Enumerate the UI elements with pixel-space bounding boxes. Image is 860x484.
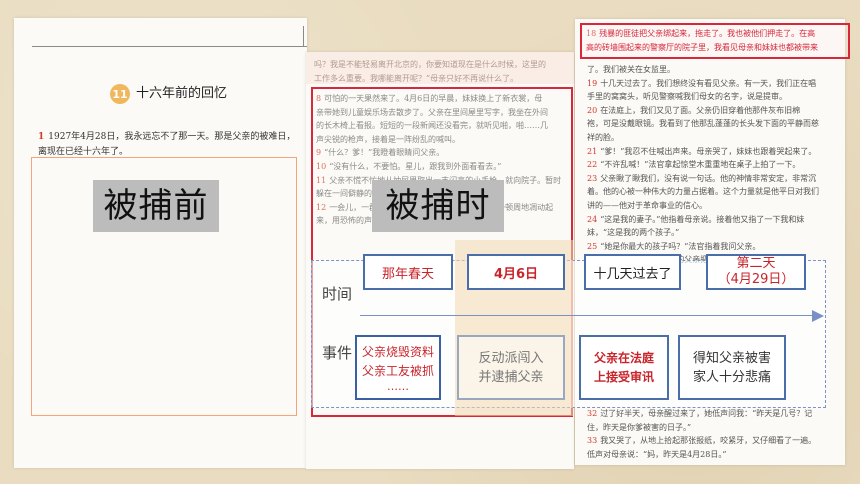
time-box-spring: 那年春天 xyxy=(363,254,453,290)
text-line: 低声对母亲说：“妈，昨天是4月28日。” xyxy=(587,448,837,462)
highlighted-passage-text: 18 残暴的匪徒把父亲绑起来，拖走了。我也被他们押走了。在高 高的砖墙围起来的警察厅… xyxy=(586,27,848,59)
line-text: 工作多么重要。我哪能离开呢？”母亲只好不再说什么了。 xyxy=(314,73,519,83)
text-line: 高的砖墙围起来的警察厅的院子里，我看见母亲和妹妹也都被带来 xyxy=(586,41,848,55)
text-line: 工作多么重要。我哪能离开呢？”母亲只好不再说什么了。 xyxy=(314,72,570,86)
line-text: 祥的脸。 xyxy=(587,132,619,142)
paragraph-number: 19 xyxy=(587,78,598,88)
lesson-title: 十六年前的回忆 xyxy=(136,86,228,101)
event-box-arrest: 反动派闯入 并逮捕父亲 xyxy=(457,335,565,400)
timeline-axis xyxy=(360,315,820,316)
text-line: 33 我又哭了，从地上拾起那张报纸，咬紧牙，又仔细看了一遍。 xyxy=(587,434,837,448)
line-text: 在法庭上，我们又见了面。父亲仍旧穿着他那件灰布旧棉 xyxy=(600,105,801,115)
event-box-grief: 得知父亲被害 家人十分悲痛 xyxy=(678,335,786,400)
paragraph-number: 23 xyxy=(587,173,598,183)
text-line: 袍，可是没戴眼镜。我看到了他那乱蓬蓬的长头发下面的平静而慈 xyxy=(587,117,835,131)
line-text: “不许乱喊！”法官拿起惊堂木重重地在桌子上拍了一下。 xyxy=(600,160,801,170)
header-rule-tick xyxy=(303,26,304,46)
paragraph-number: 22 xyxy=(587,160,598,170)
header-rule xyxy=(32,46,307,47)
line-text: 住，昨天是你爹被害的日子。” xyxy=(587,422,692,432)
text-line: 19 十几天过去了。我们想终没有看见父亲。有一天，我们正在唱 xyxy=(587,77,835,91)
event-text-line-2: 并逮捕父亲 xyxy=(478,369,544,385)
time-box-next-day: 第二天 （4月29日） xyxy=(706,254,806,290)
event-text-ellipsis: …… xyxy=(387,379,409,393)
text-line: 住，昨天是你爹被害的日子。” xyxy=(587,421,837,435)
label-during-arrest: 被捕时 xyxy=(372,180,504,232)
timeline-arrow-icon xyxy=(812,310,824,322)
text-line: 23 父亲瞅了瞅我们，没有说一句话。他的神情非常安定，非常沉 xyxy=(587,172,835,186)
paragraph-number: 33 xyxy=(587,436,598,446)
line-text: 十几天过去了。我们想终没有看见父亲。有一天，我们正在唱 xyxy=(600,78,817,88)
right-page-bottom-text: 32 过了好半天，母亲醒过来了，她低声问我：“昨天是几号？记 住，昨天是你爹被害的日… xyxy=(587,407,837,463)
event-text-line-2: 家人十分悲痛 xyxy=(692,369,771,385)
middle-page-top-text: 吗？我是不能轻易离开北京的，你要知道现在是什么时候，这里的 工作多么重要。我哪能离… xyxy=(314,58,570,88)
paragraph-number: 1 xyxy=(38,132,45,142)
event-text-line-2: 父亲工友被抓 xyxy=(361,363,434,378)
time-row-label: 时间 xyxy=(322,285,353,303)
text-line: 讲的——他对于革命事业的信心。 xyxy=(587,199,835,213)
line-text: 袍，可是没戴眼镜。我看到了他那乱蓬蓬的长头发下面的平静而慈 xyxy=(587,119,819,129)
text-line: 着。他的心被一种伟大的力量占据着。这个力量就是他平日对我们 xyxy=(587,185,835,199)
line-text: 残暴的匪徒把父亲绑起来，拖走了。我也被他们押走了。在高 xyxy=(599,29,816,38)
text-line: 了。我们被关在女监里。 xyxy=(587,63,835,77)
line-text: “她是你最大的孩子吗？”法官指着我问父亲。 xyxy=(600,241,761,251)
time-text-line-2: （4月29日） xyxy=(717,272,795,287)
line-text: 低声对母亲说：“妈，昨天是4月28日。” xyxy=(587,449,727,459)
lesson-paragraph-1: 1 1927年4月28日，我永远忘不了那一天。那是父亲的被难日，离现在已经十六年了… xyxy=(38,130,300,160)
line-text: 吗？我是不能轻易离开北京的，你要知道现在是什么时候，这里的 xyxy=(314,60,546,69)
label-before-arrest: 被捕前 xyxy=(93,180,219,232)
paragraph-text: 1927年4月28日，我永远忘不了那一天。那是父亲的被难日，离现在已经十六年了。 xyxy=(38,132,296,157)
line-text: “这是我的妻子。”他指着母亲说。接着他又指了一下我和妹 xyxy=(600,214,805,224)
lesson-number-badge: 11 xyxy=(110,84,130,104)
line-text: 我又哭了，从地上拾起那张报纸，咬紧牙，又仔细看了一遍。 xyxy=(600,436,817,446)
paragraph-number: 20 xyxy=(587,105,598,115)
event-row-label: 事件 xyxy=(322,344,353,362)
time-text: 十几天过去了 xyxy=(593,266,672,282)
paragraph-number: 18 xyxy=(586,29,597,38)
paragraph-number: 24 xyxy=(587,214,598,224)
paragraph-number: 21 xyxy=(587,146,598,156)
line-text: 了。我们被关在女监里。 xyxy=(587,65,675,74)
text-line: 25 “她是你最大的孩子吗？”法官指着我问父亲。 xyxy=(587,240,835,254)
line-text: 父亲瞅了瞅我们，没有说一句话。他的神情非常安定，非常沉 xyxy=(600,173,817,183)
time-text-line-1: 第二天 xyxy=(736,256,776,271)
paragraph-number: 32 xyxy=(587,409,598,418)
text-line: 22 “不许乱喊！”法官拿起惊堂木重重地在桌子上拍了一下。 xyxy=(587,158,835,172)
text-line: 18 残暴的匪徒把父亲绑起来，拖走了。我也被他们押走了。在高 xyxy=(586,27,848,41)
time-box-april-6: 4月6日 xyxy=(467,254,565,290)
time-box-ten-days-later: 十几天过去了 xyxy=(584,254,681,290)
text-line: 祥的脸。 xyxy=(587,131,835,145)
event-text-line-1: 得知父亲被害 xyxy=(692,350,771,366)
text-line: 吗？我是不能轻易离开北京的，你要知道现在是什么时候，这里的 xyxy=(314,58,570,72)
text-line: 手里的窝窝头，听见警察喊我们母女的名字，说是提审。 xyxy=(587,90,835,104)
line-text: “爹！”我忍不住喊出声来。母亲哭了，妹妹也跟着哭起来了。 xyxy=(600,146,817,156)
text-line: 24 “这是我的妻子。”他指着母亲说。接着他又指了一下我和妹 xyxy=(587,213,835,227)
paragraph-number: 25 xyxy=(587,241,598,251)
event-text-line-1: 父亲烧毁资料 xyxy=(361,344,434,359)
text-line: 21 “爹！”我忍不住喊出声来。母亲哭了，妹妹也跟着哭起来了。 xyxy=(587,145,835,159)
line-text: 讲的——他对于革命事业的信心。 xyxy=(587,200,707,210)
line-text: 高的砖墙围起来的警察厅的院子里，我看见母亲和妹妹也都被带来 xyxy=(586,42,818,52)
text-line: 妹，“这是我的两个孩子。” xyxy=(587,226,835,240)
event-text-line-1: 反动派闯入 xyxy=(478,350,544,366)
line-text: 过了好半天，母亲醒过来了，她低声问我：“昨天是几号？记 xyxy=(600,409,813,418)
time-text: 4月6日 xyxy=(493,266,539,282)
time-text: 那年春天 xyxy=(381,266,434,282)
event-box-trial: 父亲在法庭 上接受审讯 xyxy=(579,335,669,400)
line-text: 手里的窝窝头，听见警察喊我们母女的名字，说是提审。 xyxy=(587,92,787,102)
text-line: 20 在法庭上，我们又见了面。父亲仍旧穿着他那件灰布旧棉 xyxy=(587,104,835,118)
highlighted-passage-box: 18 残暴的匪徒把父亲绑起来，拖走了。我也被他们押走了。在高 高的砖墙围起来的警察厅… xyxy=(580,23,850,59)
line-text: 着。他的心被一种伟大的力量占据着。这个力量就是他平日对我们 xyxy=(587,187,819,197)
event-text-line-1: 父亲在法庭 xyxy=(593,350,654,365)
line-text: 妹，“这是我的两个孩子。” xyxy=(587,228,680,238)
event-box-burn-documents: 父亲烧毁资料 父亲工友被抓 …… xyxy=(355,335,441,400)
text-line: 32 过了好半天，母亲醒过来了，她低声问我：“昨天是几号？记 xyxy=(587,407,837,421)
event-text-line-2: 上接受审讯 xyxy=(593,369,654,384)
